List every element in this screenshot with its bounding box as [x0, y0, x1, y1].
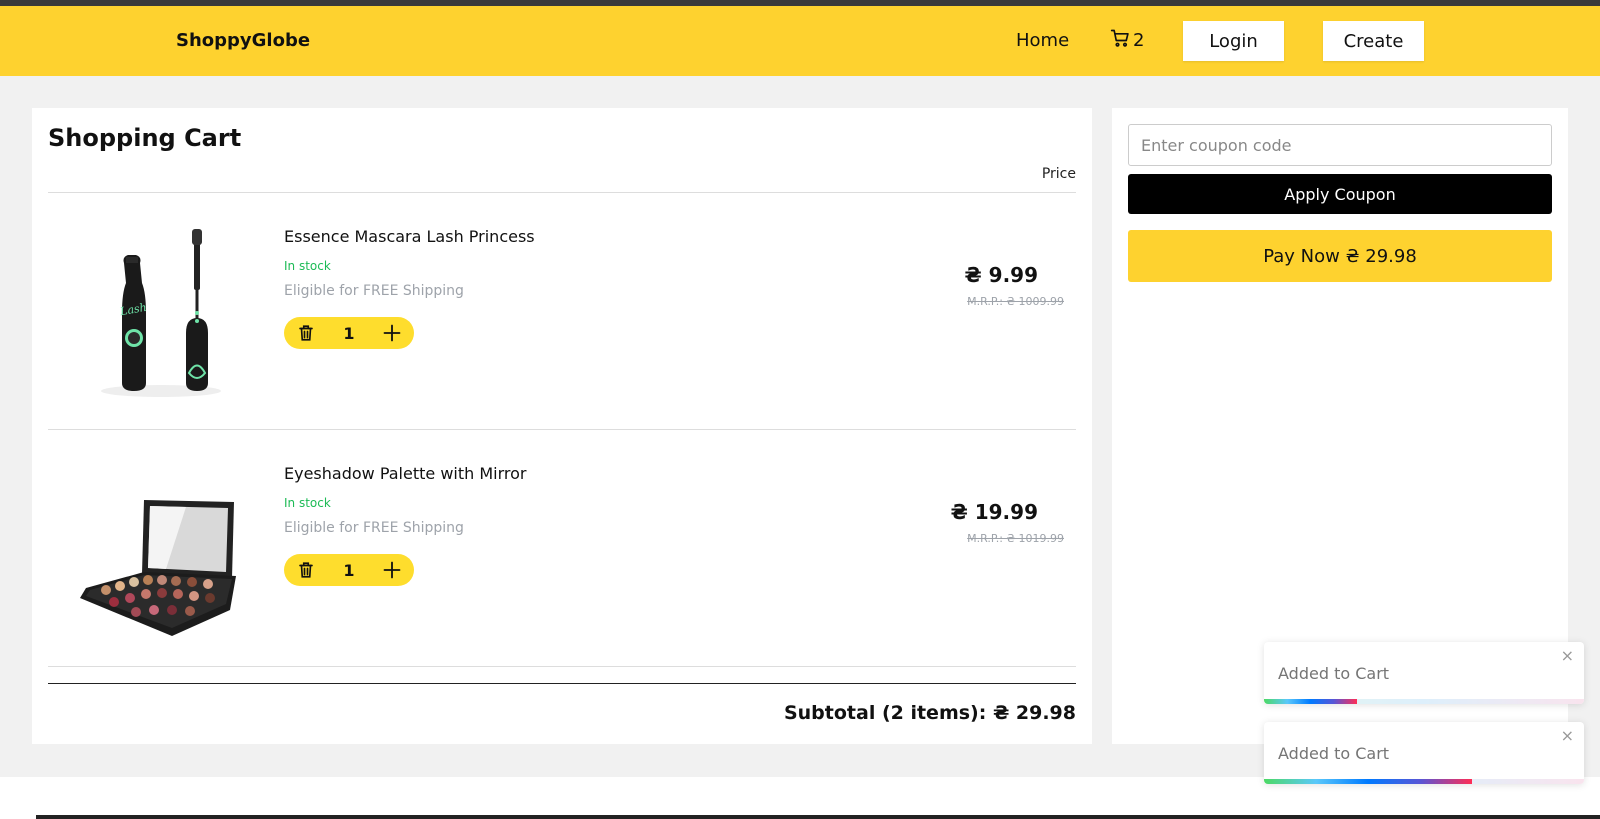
toast-message: Added to Cart	[1278, 664, 1390, 683]
site-header: ShoppyGlobe Home 2 Login Create	[0, 6, 1600, 76]
toast-progress-bar	[1264, 699, 1357, 704]
cart-count: 2	[1133, 30, 1145, 51]
plus-icon[interactable]	[382, 323, 402, 343]
mascara-product-image[interactable]: Lash	[76, 223, 246, 403]
cart-subtotal: Subtotal (2 items): ₴ 29.98	[783, 702, 1076, 724]
quantity-value: 1	[343, 323, 355, 343]
toast-notification: Added to Cart ×	[1264, 642, 1584, 704]
item-price: ₴ 19.99	[950, 500, 1038, 524]
eyeshadow-palette-image[interactable]	[76, 460, 246, 640]
trash-icon[interactable]	[296, 323, 316, 343]
price-column-header: Price	[1041, 166, 1076, 182]
coupon-input[interactable]	[1128, 124, 1552, 166]
stock-status: In stock	[284, 259, 331, 273]
close-icon[interactable]: ×	[1561, 646, 1574, 665]
subtotal-divider	[48, 683, 1076, 684]
apply-coupon-button[interactable]: Apply Coupon	[1128, 174, 1552, 214]
item-mrp: M.R.P.: ₴ 1009.99	[967, 295, 1064, 308]
page-title: Shopping Cart	[48, 124, 242, 152]
brand-logo[interactable]: ShoppyGlobe	[176, 30, 310, 51]
divider	[48, 666, 1076, 667]
plus-icon[interactable]	[382, 560, 402, 580]
toast-progress-bar	[1264, 779, 1472, 784]
shipping-info: Eligible for FREE Shipping	[284, 283, 464, 299]
item-mrp: M.R.P.: ₴ 1019.99	[967, 532, 1064, 545]
pay-now-button[interactable]: Pay Now ₴ 29.98	[1128, 230, 1552, 282]
product-name[interactable]: Eyeshadow Palette with Mirror	[284, 464, 527, 483]
shopping-cart-icon	[1110, 28, 1130, 53]
cart-item: Lash Essence Mascara Lash Princess In st…	[48, 193, 1076, 429]
quantity-stepper: 1	[284, 554, 414, 586]
login-button[interactable]: Login	[1183, 21, 1284, 61]
quantity-value: 1	[343, 560, 355, 580]
close-icon[interactable]: ×	[1561, 726, 1574, 745]
stock-status: In stock	[284, 496, 331, 510]
cart-item: Eyeshadow Palette with Mirror In stock E…	[48, 430, 1076, 666]
shopping-cart-panel: Shopping Cart Price Lash Essence Mascara…	[32, 108, 1092, 744]
toast-message: Added to Cart	[1278, 744, 1390, 763]
trash-icon[interactable]	[296, 560, 316, 580]
item-price: ₴ 9.99	[964, 263, 1039, 287]
quantity-stepper: 1	[284, 317, 414, 349]
toast-notification: Added to Cart ×	[1264, 722, 1584, 784]
product-name[interactable]: Essence Mascara Lash Princess	[284, 227, 535, 246]
nav-cart-link[interactable]: 2	[1110, 28, 1144, 53]
create-button[interactable]: Create	[1323, 21, 1424, 61]
shipping-info: Eligible for FREE Shipping	[284, 520, 464, 536]
nav-home-link[interactable]: Home	[1016, 30, 1069, 51]
bottom-border	[36, 815, 1600, 819]
